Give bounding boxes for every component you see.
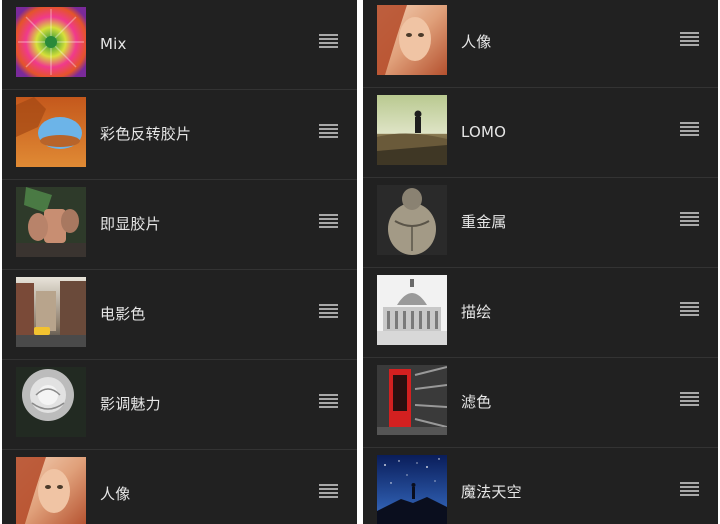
list-item[interactable]: 电影色 — [2, 270, 357, 360]
right-preset-list: 人像 LOMO 重金属 描绘 滤色 魔法天空 — [363, 0, 718, 524]
preset-label: 描绘 — [461, 303, 492, 321]
preset-label: LOMO — [461, 123, 507, 141]
monochrome-rose-thumbnail — [16, 367, 86, 437]
portrait-woman-thumbnail — [377, 5, 447, 75]
preset-label: 影调魅力 — [100, 395, 161, 413]
list-item[interactable]: LOMO — [363, 88, 718, 178]
list-item[interactable]: Mix — [2, 0, 357, 90]
list-item[interactable]: 滤色 — [363, 358, 718, 448]
drag-handle-icon[interactable] — [319, 214, 338, 229]
preset-label: 人像 — [461, 33, 492, 51]
muscular-torso-thumbnail — [377, 185, 447, 255]
hands-holding-cup-thumbnail — [16, 187, 86, 257]
drag-handle-icon[interactable] — [680, 392, 699, 407]
drag-handle-icon[interactable] — [680, 482, 699, 497]
drag-handle-icon[interactable] — [319, 394, 338, 409]
preset-label: Mix — [100, 35, 127, 53]
list-item[interactable]: 描绘 — [363, 268, 718, 358]
preset-label: 电影色 — [100, 305, 146, 323]
drag-handle-icon[interactable] — [680, 122, 699, 137]
drag-handle-icon[interactable] — [680, 212, 699, 227]
portrait-woman-thumbnail — [16, 457, 86, 524]
preset-label: 人像 — [100, 485, 131, 503]
list-item[interactable]: 人像 — [2, 450, 357, 524]
list-item[interactable]: 人像 — [363, 0, 718, 88]
drag-handle-icon[interactable] — [319, 304, 338, 319]
person-on-hill-thumbnail — [377, 95, 447, 165]
drag-handle-icon[interactable] — [319, 34, 338, 49]
starry-sky-silhouette-thumbnail — [377, 455, 447, 524]
preset-label: 魔法天空 — [461, 483, 522, 501]
desert-arch-thumbnail — [16, 97, 86, 167]
preset-label: 滤色 — [461, 393, 492, 411]
list-item[interactable]: 魔法天空 — [363, 448, 718, 524]
capitol-building-sketch-thumbnail — [377, 275, 447, 345]
preset-label: 即显胶片 — [100, 215, 161, 233]
drag-handle-icon[interactable] — [319, 124, 338, 139]
drag-handle-icon[interactable] — [680, 32, 699, 47]
city-street-taxi-thumbnail — [16, 277, 86, 347]
list-item[interactable]: 即显胶片 — [2, 180, 357, 270]
colorful-flower-thumbnail — [16, 7, 86, 77]
list-item[interactable]: 重金属 — [363, 178, 718, 268]
list-item[interactable]: 彩色反转胶片 — [2, 90, 357, 180]
drag-handle-icon[interactable] — [680, 302, 699, 317]
preset-label: 重金属 — [461, 213, 507, 231]
drag-handle-icon[interactable] — [319, 484, 338, 499]
left-preset-list: Mix 彩色反转胶片 即显胶片 电影色 影调魅力 人像 — [2, 0, 357, 524]
preset-label: 彩色反转胶片 — [100, 125, 192, 143]
list-item[interactable]: 影调魅力 — [2, 360, 357, 450]
red-phone-booth-thumbnail — [377, 365, 447, 435]
